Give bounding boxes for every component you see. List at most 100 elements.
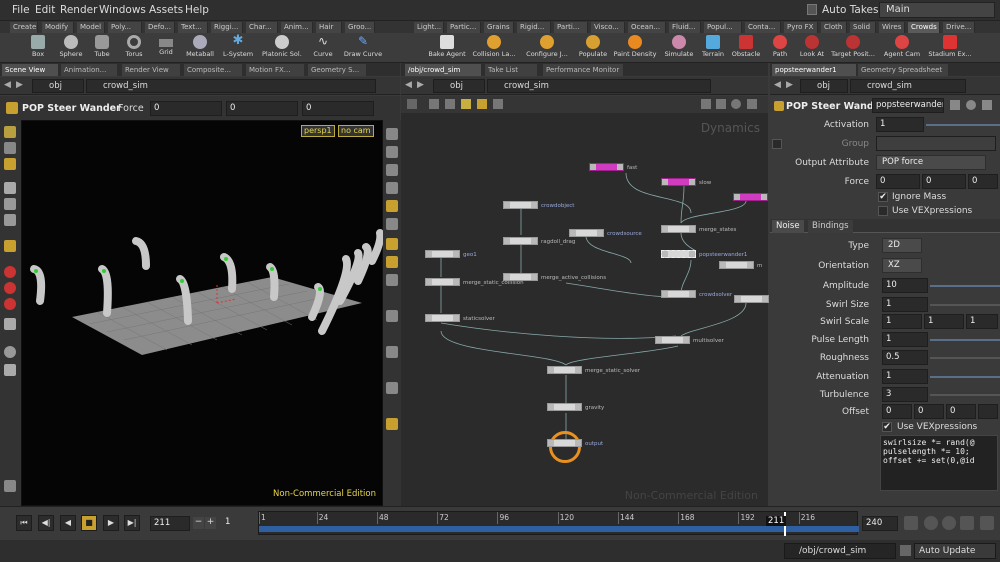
status-network-path[interactable]: /obj/crowd_sim	[784, 543, 896, 559]
shelf-tab-crowds[interactable]: Crowds	[908, 22, 940, 33]
output-attribute-select[interactable]: POP force	[876, 155, 986, 170]
tree-icon[interactable]	[445, 99, 455, 109]
node-popsteerwander1[interactable]	[661, 250, 696, 258]
amplitude-field[interactable]: 10	[882, 278, 928, 293]
shelf-tab-particles[interactable]: Partic...	[447, 22, 481, 33]
node-magenta[interactable]	[733, 193, 768, 201]
shelf-tab-wires[interactable]: Wires	[879, 22, 905, 33]
jump-start-button[interactable]: ⏮	[16, 515, 32, 531]
plus-button[interactable]: +	[205, 517, 216, 529]
tab-scene-view[interactable]: Scene View	[2, 64, 58, 76]
view-icon[interactable]	[4, 346, 16, 358]
back-arrow-icon[interactable]: ◀	[405, 80, 412, 90]
auto-takes-checkbox[interactable]	[807, 4, 817, 15]
swirl-scale-z-field[interactable]: 1	[966, 314, 998, 329]
scale-icon[interactable]	[4, 214, 16, 226]
shelf-tab-grooming[interactable]: Groo...	[345, 22, 375, 33]
brush-icon[interactable]	[4, 480, 16, 492]
tool-terrain[interactable]: Terrain	[698, 33, 728, 63]
bone-icon[interactable]	[386, 218, 398, 230]
node-geo1[interactable]	[425, 250, 460, 258]
shading-icon[interactable]	[386, 164, 398, 176]
pulse-length-field[interactable]: 1	[882, 332, 928, 347]
node-merge-static-collision[interactable]	[425, 278, 460, 286]
offset-y-field[interactable]: 0	[914, 404, 944, 419]
scene-viewport[interactable]: Non-Commercial Edition	[21, 120, 384, 506]
orientation-select[interactable]: XZ	[882, 258, 922, 273]
timeline-ruler[interactable]: 1 24 48 72 96 120 144 168 192 216 211	[258, 511, 859, 536]
swirl-size-field[interactable]: 1	[882, 297, 928, 312]
snap-icon[interactable]	[4, 282, 16, 294]
attenuation-field[interactable]: 1	[882, 369, 928, 384]
node-crowdobject[interactable]	[503, 201, 538, 209]
tool-sphere[interactable]: Sphere	[54, 33, 88, 63]
tool-paint-density[interactable]: Paint Density	[613, 33, 657, 63]
shelf-tab-fluid[interactable]: Fluid...	[669, 22, 701, 33]
tool-look-at[interactable]: Look At	[797, 33, 827, 63]
tab-animation[interactable]: Animation...	[61, 64, 117, 76]
tool-draw-curve[interactable]: ✎ Draw Curve	[342, 33, 384, 63]
tab-noise[interactable]: Noise	[772, 220, 804, 233]
step-back-button[interactable]: ◀|	[38, 515, 54, 531]
path-network[interactable]: crowd_sim	[850, 79, 966, 93]
node-slow[interactable]	[661, 178, 696, 186]
path-network[interactable]: crowd_sim	[487, 79, 711, 93]
layout-icon[interactable]	[407, 99, 417, 109]
tool-tube[interactable]: Tube	[85, 33, 119, 63]
shelf-tab-rigid[interactable]: Rigid...	[517, 22, 551, 33]
shelf-tab-poly[interactable]: Poly...	[108, 22, 142, 33]
move-icon[interactable]	[4, 182, 16, 194]
pose-icon[interactable]	[4, 158, 16, 170]
offset-w-field[interactable]	[978, 404, 998, 419]
tool-simulate[interactable]: Simulate	[662, 33, 696, 63]
use-vex-top-checkbox[interactable]	[878, 206, 888, 216]
shelf-tab-oceans[interactable]: Ocean...	[628, 22, 666, 33]
tab-render-view[interactable]: Render View	[122, 64, 180, 76]
tool-platonic[interactable]: Platonic Sol...	[262, 33, 302, 63]
vex-code-editor[interactable]: swirlsize *= rand(@ pulselength *= 10; o…	[880, 435, 998, 491]
path-network[interactable]: crowd_sim	[86, 79, 376, 93]
shelf-tab-container[interactable]: Conta...	[745, 22, 781, 33]
gear-icon[interactable]	[950, 100, 960, 110]
help-icon[interactable]	[966, 100, 976, 110]
visualizer-icon[interactable]	[386, 382, 398, 394]
tab-network-view[interactable]: /obj/crowd_sim	[405, 64, 481, 76]
tab-parameters[interactable]: popsteerwander1	[772, 64, 856, 76]
wireframe-icon[interactable]	[386, 146, 398, 158]
note-icon[interactable]	[461, 99, 471, 109]
node-solver-right[interactable]	[734, 295, 769, 303]
roughness-slider[interactable]	[930, 357, 1000, 359]
node-name-field[interactable]: popsteerwander	[872, 98, 944, 113]
camera-icon[interactable]	[4, 364, 16, 376]
key-icon[interactable]	[904, 516, 918, 530]
force-y-field[interactable]: 0	[226, 101, 298, 116]
menu-render[interactable]: Render	[60, 4, 97, 16]
use-vex-checkbox[interactable]: ✔	[882, 422, 892, 432]
tool-stadium-example[interactable]: Stadium Ex...	[928, 33, 972, 63]
menu-assets[interactable]: Assets	[149, 4, 183, 16]
shelf-tab-hair[interactable]: Hair	[316, 22, 342, 33]
group-field[interactable]	[876, 136, 996, 151]
forward-arrow-icon[interactable]: ▶	[16, 80, 23, 90]
desktop-select[interactable]: Main	[879, 2, 995, 18]
offset-z-field[interactable]: 0	[946, 404, 976, 419]
swirl-size-slider[interactable]	[930, 304, 1000, 306]
network-editor[interactable]: Dynamics fast slow crowdobject crowdsour…	[401, 113, 769, 506]
steer-tool-icon[interactable]	[4, 240, 16, 252]
node-crowdsolver[interactable]	[661, 290, 696, 298]
help-icon[interactable]	[731, 99, 741, 109]
shelf-tab-cloth[interactable]: Cloth	[821, 22, 847, 33]
tool-metaball[interactable]: Metaball	[183, 33, 217, 63]
menu-windows[interactable]: Windows	[99, 4, 146, 16]
snapshot-icon[interactable]	[386, 346, 398, 358]
menu-edit[interactable]: Edit	[35, 4, 55, 16]
minus-button[interactable]: −	[193, 517, 204, 529]
tab-composite[interactable]: Composite...	[184, 64, 242, 76]
shelf-tab-texture[interactable]: Text...	[178, 22, 208, 33]
step-forward-button[interactable]: ▶|	[124, 515, 140, 531]
shelf-tab-drive[interactable]: Drive...	[943, 22, 975, 33]
stop-button[interactable]: ■	[81, 515, 97, 531]
activation-slider[interactable]	[926, 124, 1000, 126]
settings-icon[interactable]	[980, 516, 994, 530]
shelf-tab-rigging[interactable]: Riggi...	[211, 22, 243, 33]
